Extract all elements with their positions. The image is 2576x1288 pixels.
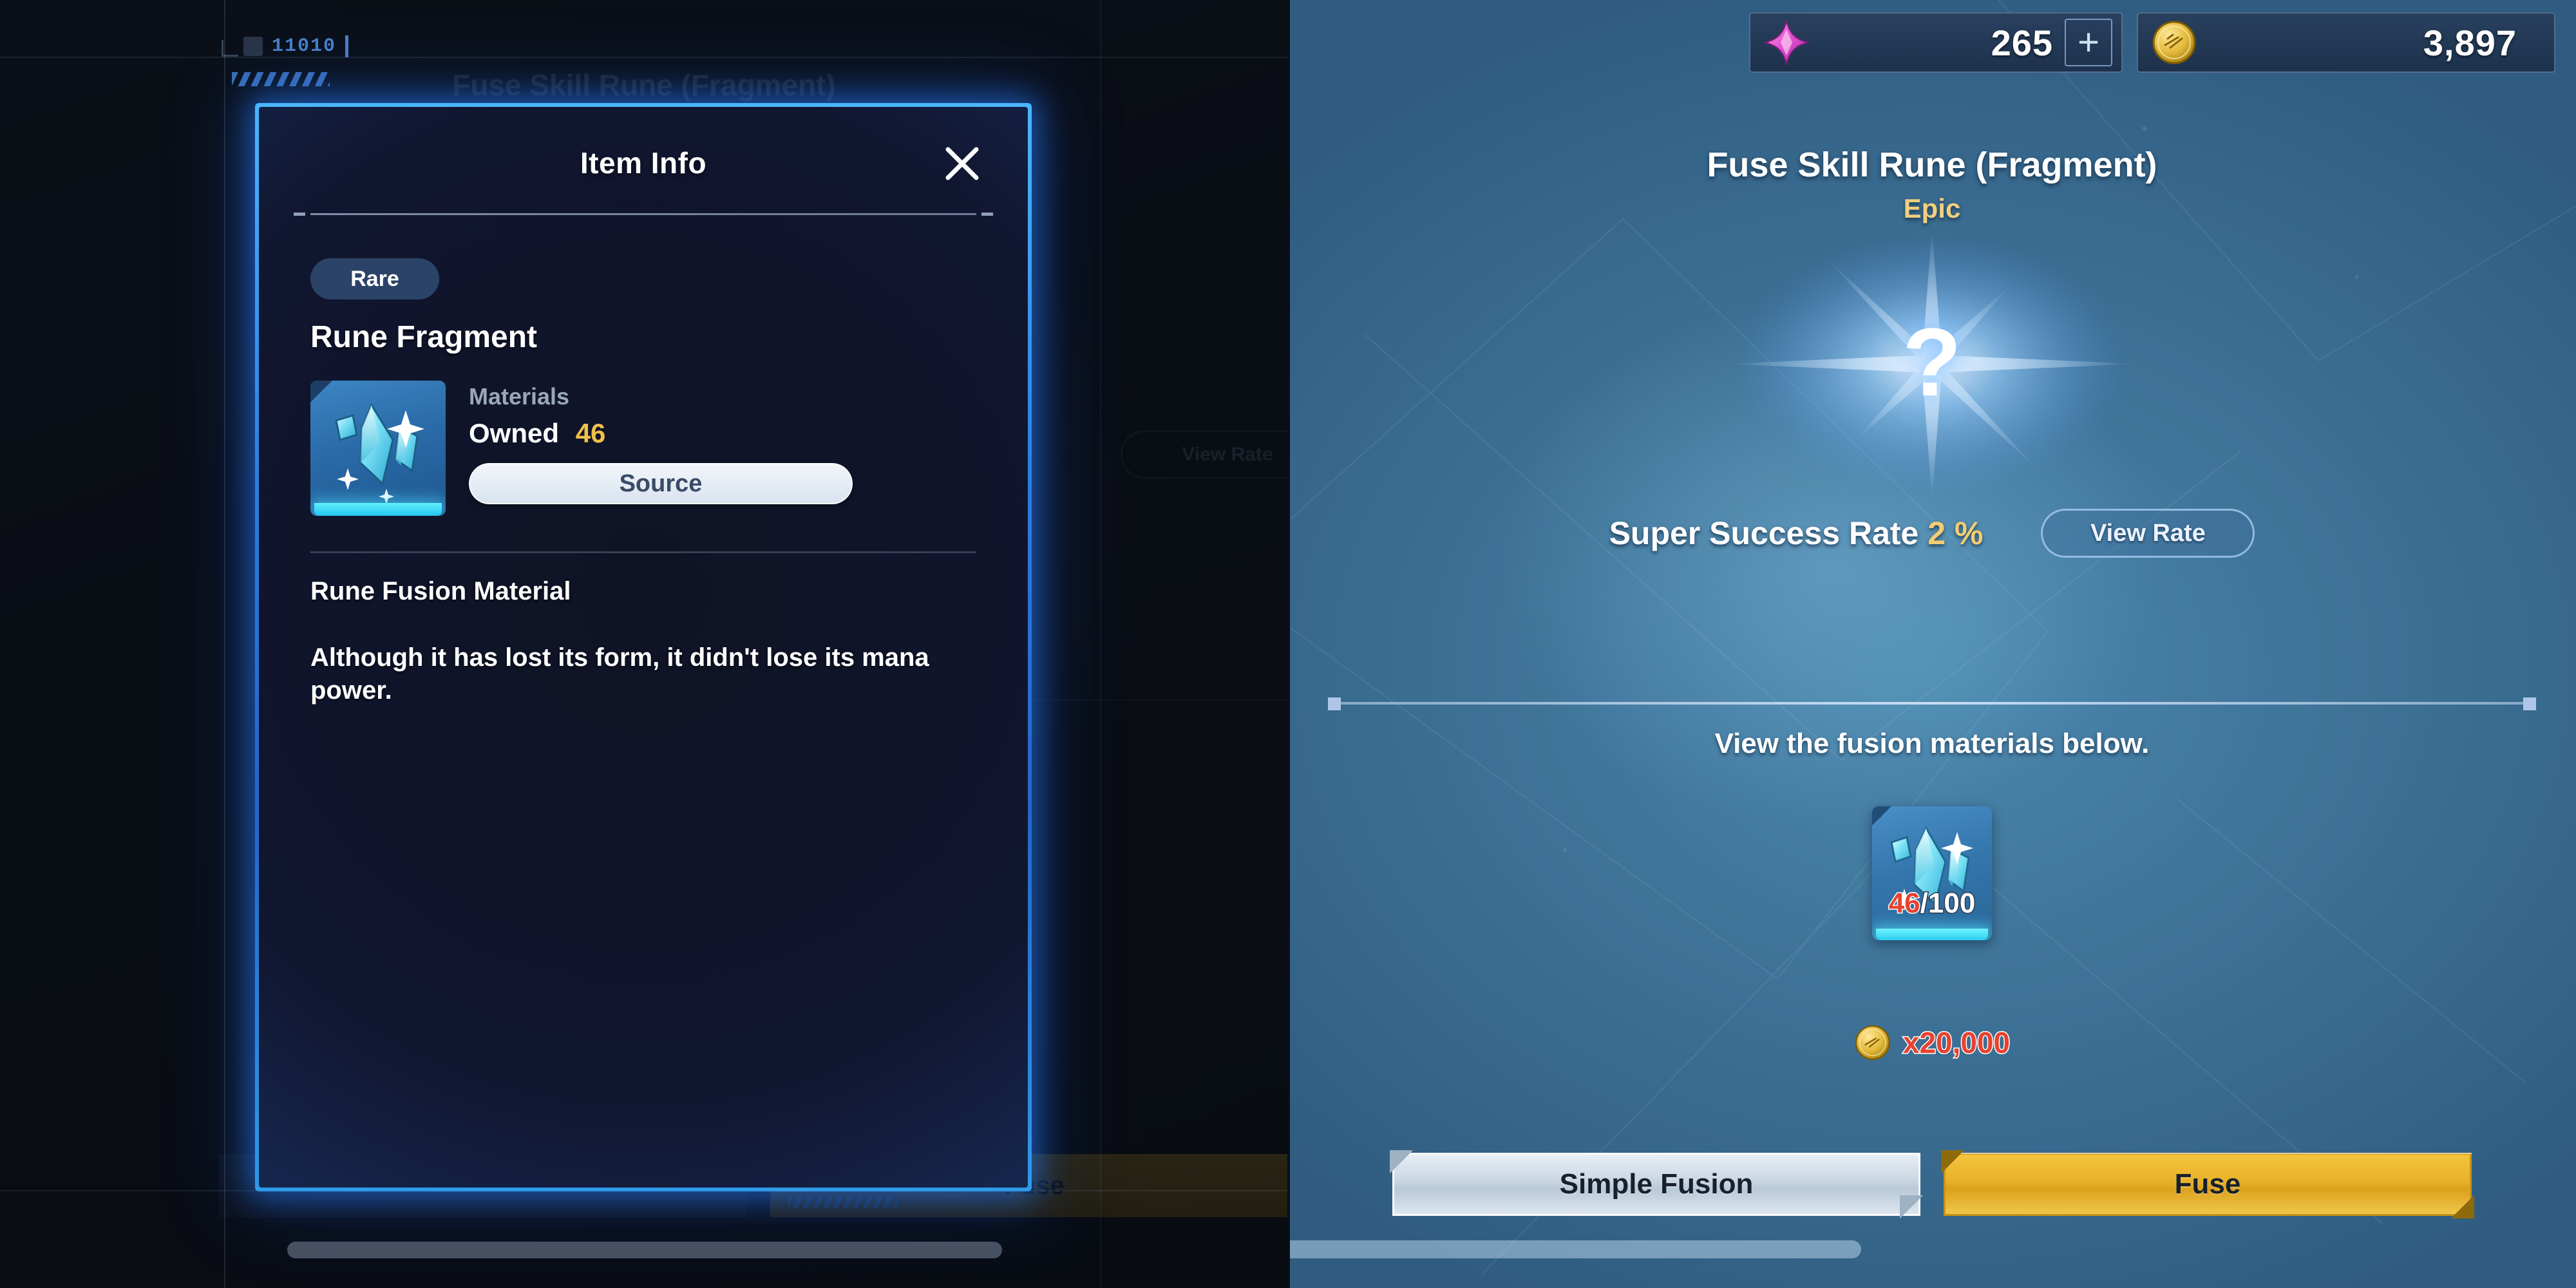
gold-coin-icon [2152, 21, 2196, 64]
screenshot-root: Fuse Skill Rune (Fragment) Epic ? Super … [0, 0, 2576, 1288]
simple-fusion-button-label: Simple Fusion [1559, 1168, 1754, 1200]
success-rate-row: Super Success Rate 2 % View Rate [1288, 509, 2576, 558]
hud-marker-square [243, 37, 263, 56]
materials-label: Materials [469, 383, 570, 410]
item-meta: Materials Owned 46 Source [469, 381, 976, 516]
fusion-cost: x20,000 [1854, 1024, 2011, 1061]
material-have: 46 [1888, 887, 1921, 920]
fuse-button-label: Fuse [2174, 1168, 2241, 1200]
success-rate-value: 2 % [1927, 515, 1984, 551]
rarity-badge: Rare [310, 258, 439, 299]
fuse-corner-tl [1941, 1150, 1964, 1173]
description-title: Rune Fusion Material [310, 577, 571, 605]
panel-seam [1287, 0, 1290, 1288]
horizontal-scrollbar[interactable] [287, 1242, 1002, 1258]
rarity-subtitle: Epic [1903, 193, 1961, 223]
close-icon[interactable] [939, 140, 985, 187]
left-panel: Fuse Skill Rune (Fragment) Epic ? Super … [0, 0, 1288, 1288]
gold-currency-box[interactable]: 3,897 [2137, 12, 2555, 73]
hud-marker-text: 11010 [272, 35, 337, 57]
owned-row: Owned 46 [469, 418, 976, 449]
material-need: /100 [1919, 887, 1976, 920]
item-info-modal-body: Item Info Rare Rune Fragment Materials O… [259, 107, 1028, 1188]
gold-coin-icon [1855, 1025, 1890, 1060]
hud-marker: 11010 [243, 35, 349, 57]
hud-corner-bracket [222, 40, 238, 57]
unknown-question-mark-icon: ? [1902, 308, 1962, 416]
material-slot[interactable]: 46/100 [1872, 806, 1992, 940]
hud-marker-caret [345, 35, 349, 57]
source-button[interactable]: Source [469, 463, 853, 504]
source-button-label: Source [619, 469, 703, 497]
owned-label: Owned [469, 418, 560, 448]
description-divider [310, 551, 976, 553]
add-gem-button[interactable]: + [2065, 19, 2112, 66]
action-button-row: Simple Fusion Fuse [1288, 1150, 2576, 1218]
view-rate-button-label: View Rate [2090, 519, 2206, 547]
hud-stripe-bar [232, 72, 330, 86]
rune-fragment-crystal-icon [1890, 826, 1973, 909]
modal-title: Item Info [580, 146, 707, 180]
icon-base-glow [314, 503, 442, 516]
page-title: Fuse Skill Rune (Fragment) [1707, 146, 2157, 184]
currency-topbar: 265 + 3,897 [1288, 8, 2576, 77]
item-name: Rune Fragment [310, 320, 538, 354]
material-quantity: 46/100 [1872, 887, 1992, 920]
gem-currency-icon [1763, 19, 1810, 66]
title-divider [294, 213, 993, 216]
slot-base-glow [1876, 929, 1988, 940]
hud-vertical-line-2 [1100, 0, 1101, 1288]
gem-currency-value: 265 [1991, 22, 2053, 63]
materials-note: View the fusion materials below. [1714, 728, 2150, 759]
rarity-label: Rare [350, 266, 399, 291]
rune-fragment-crystal-icon[interactable] [310, 381, 446, 516]
fuse-corner-br [2451, 1195, 2474, 1218]
horizontal-scrollbar-right[interactable] [1288, 1240, 1861, 1258]
gold-currency-value: 3,897 [2423, 22, 2517, 63]
simple-fusion-corner-br [1900, 1195, 1923, 1218]
view-rate-button[interactable]: View Rate [2041, 509, 2255, 558]
fusion-cost-amount: x20,000 [1902, 1025, 2011, 1061]
gem-currency-box[interactable]: 265 + [1749, 12, 2123, 73]
item-info-modal: Item Info Rare Rune Fragment Materials O… [255, 103, 1032, 1191]
owned-count: 46 [575, 418, 606, 448]
simple-fusion-button[interactable]: Simple Fusion [1390, 1150, 1923, 1218]
hud-vertical-line [224, 0, 225, 1288]
result-preview: ? [1288, 229, 2576, 499]
success-rate-label: Super Success Rate [1609, 515, 1919, 551]
fuse-button[interactable]: Fuse [1941, 1150, 2474, 1218]
right-panel: 265 + 3,897 Fuse Skill Rune (Fragment) E… [1288, 0, 2576, 1288]
hud-horizontal-line [0, 57, 1288, 58]
item-summary-row: Materials Owned 46 Source [310, 381, 976, 516]
success-rate-text: Super Success Rate 2 % [1609, 515, 1984, 552]
simple-fusion-corner-tl [1390, 1150, 1413, 1173]
description-body: Although it has lost its form, it didn't… [310, 643, 929, 705]
section-divider [1328, 697, 2536, 710]
